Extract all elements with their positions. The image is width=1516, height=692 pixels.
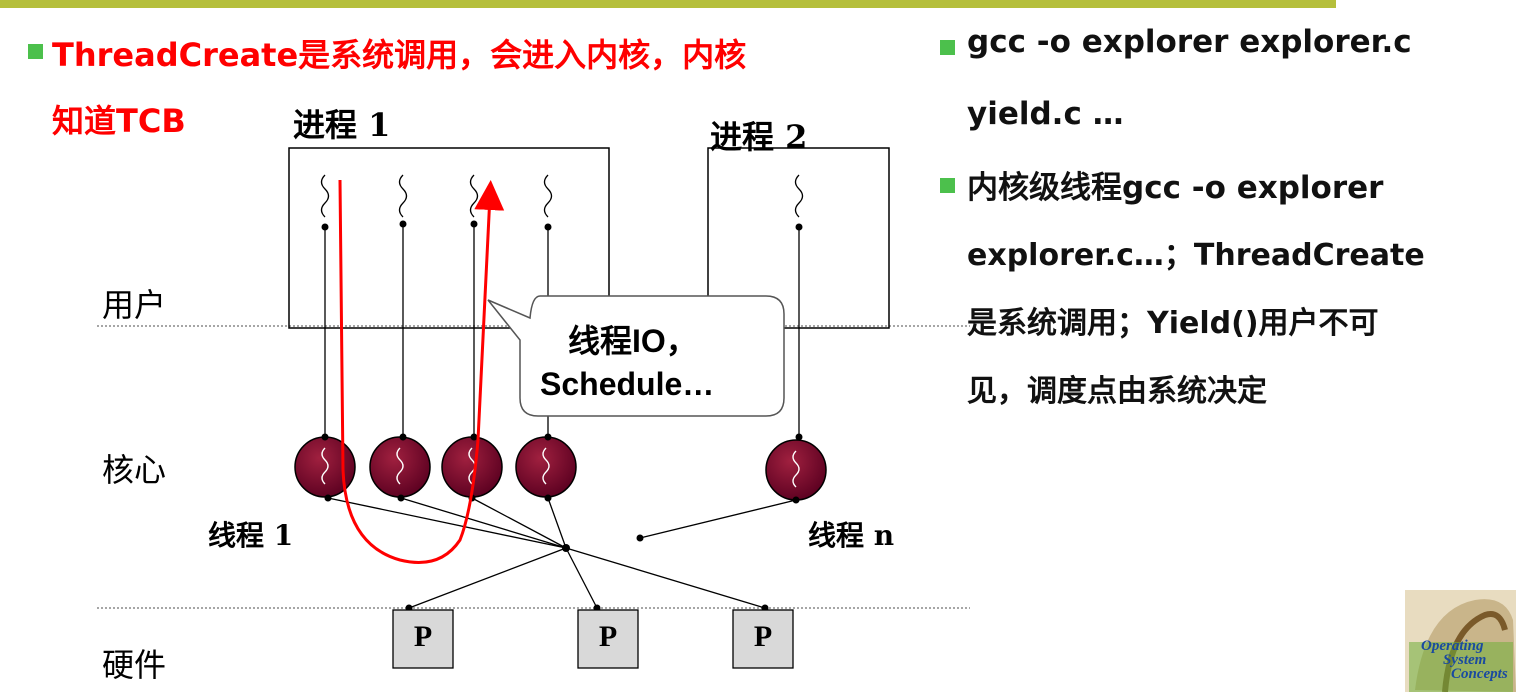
zone-user-label: 用户 (102, 286, 167, 324)
kernel-thread-2 (369, 436, 431, 498)
user-thread-4 (543, 174, 553, 218)
right-bullet2-line4: 见，调度点由系统决定 (967, 374, 1267, 409)
callout-line1: 线程IO， (568, 323, 698, 359)
callout-line2: Schedule… (540, 366, 715, 402)
zone-kernel-label: 核心 (102, 451, 167, 489)
processor-2-label: P (598, 620, 618, 653)
os-concepts-logo: Operating System Concepts (1405, 590, 1516, 692)
user-thread-5 (794, 174, 804, 218)
right-bullet2-line2: explorer.c…；ThreadCreate (967, 238, 1425, 273)
bullet-marker (940, 40, 955, 55)
kernel-thread-5 (765, 439, 827, 501)
thread-first-label: 线程 1 (208, 519, 294, 552)
processor-1-label: P (413, 620, 433, 653)
user-thread-3 (469, 174, 479, 218)
bullet-marker (940, 178, 955, 193)
right-bullet2-line1: 内核级线程gcc -o explorer (967, 170, 1384, 206)
kernel-thread-4 (515, 436, 577, 498)
zone-hardware-label: 硬件 (102, 646, 167, 684)
kernel-threads (294, 436, 827, 501)
thread-model-diagram (97, 147, 970, 669)
thread-last-label: 线程 n (808, 519, 895, 552)
logo-line3: Concepts (1451, 666, 1508, 682)
right-bullet1-line1: gcc -o explorer explorer.c (967, 24, 1412, 60)
user-thread-1 (320, 174, 330, 218)
process1-label: 进程 1 (293, 106, 391, 144)
right-bullet1-line2: yield.c … (967, 96, 1124, 132)
processor-3-label: P (753, 620, 773, 653)
right-bullet2-line3: 是系统调用；Yield()用户不可 (967, 306, 1379, 341)
process2-label: 进程 2 (710, 118, 808, 156)
user-threads (320, 174, 804, 218)
user-thread-2 (398, 174, 408, 218)
